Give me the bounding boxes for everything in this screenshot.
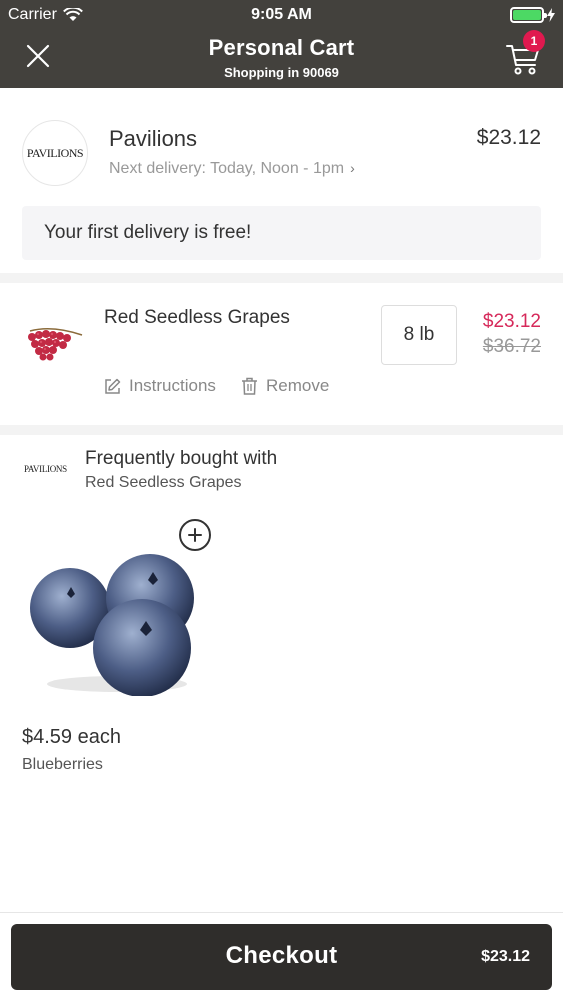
item-name: Red Seedless Grapes — [104, 307, 290, 328]
product-price: $4.59 each — [22, 726, 121, 748]
trash-icon — [242, 377, 257, 395]
frequently-bought-title: Frequently bought with — [85, 448, 278, 469]
product-name: Blueberries — [22, 756, 103, 773]
blueberries-image — [30, 554, 194, 696]
store-name: Pavilions — [109, 126, 198, 151]
store-logo-small: PAVILIONS — [24, 464, 67, 474]
checkout-button[interactable]: Checkout $23.12 — [11, 924, 552, 990]
checkout-total: $23.12 — [481, 948, 530, 965]
remove-button[interactable]: Remove — [241, 376, 329, 396]
instructions-label: Instructions — [129, 376, 216, 395]
instructions-button[interactable]: Instructions — [104, 376, 216, 396]
store-logo: PAVILIONS — [22, 120, 88, 186]
red-grapes-image — [28, 328, 83, 361]
item-original-price: $36.72 — [482, 336, 541, 357]
edit-icon — [105, 378, 121, 394]
plus-icon — [188, 528, 202, 542]
delivery-time-link[interactable]: Next delivery: Today, Noon - 1pm › — [109, 160, 355, 178]
frequently-bought-subtitle: Red Seedless Grapes — [85, 474, 242, 491]
cart-count-badge: 1 — [523, 30, 545, 52]
section-divider — [0, 273, 563, 283]
checkout-footer: Checkout $23.12 — [0, 912, 563, 1000]
free-delivery-banner: Your first delivery is free! — [22, 206, 541, 260]
status-bar: Carrier 9:05 AM — [0, 0, 563, 30]
remove-label: Remove — [266, 376, 330, 395]
shopping-location: Shopping in 90069 — [224, 65, 339, 80]
store-total: $23.12 — [476, 126, 541, 149]
close-icon — [26, 44, 50, 68]
close-button[interactable] — [20, 38, 56, 74]
status-time: 9:05 AM — [251, 6, 312, 23]
item-price: $23.12 — [482, 311, 541, 332]
frequently-bought-section: PAVILIONS Frequently bought with Red See… — [0, 436, 563, 906]
cart-item: Red Seedless Grapes 8 lb $23.12 $36.72 I… — [0, 283, 563, 425]
checkout-label: Checkout — [225, 942, 338, 969]
battery-icon — [510, 7, 547, 23]
charging-bolt-icon — [547, 8, 555, 22]
delivery-time-label: Next delivery: Today, Noon - 1pm — [109, 160, 345, 177]
section-divider — [0, 425, 563, 435]
battery-indicator — [510, 7, 555, 23]
chevron-right-icon: › — [350, 160, 355, 176]
top-navigation-bar: Carrier 9:05 AM Personal Cart Shopping i… — [0, 0, 563, 88]
quantity-selector[interactable]: 8 lb — [381, 305, 457, 365]
store-section: PAVILIONS Pavilions $23.12 Next delivery… — [0, 98, 563, 273]
page-title: Personal Cart — [208, 35, 355, 60]
